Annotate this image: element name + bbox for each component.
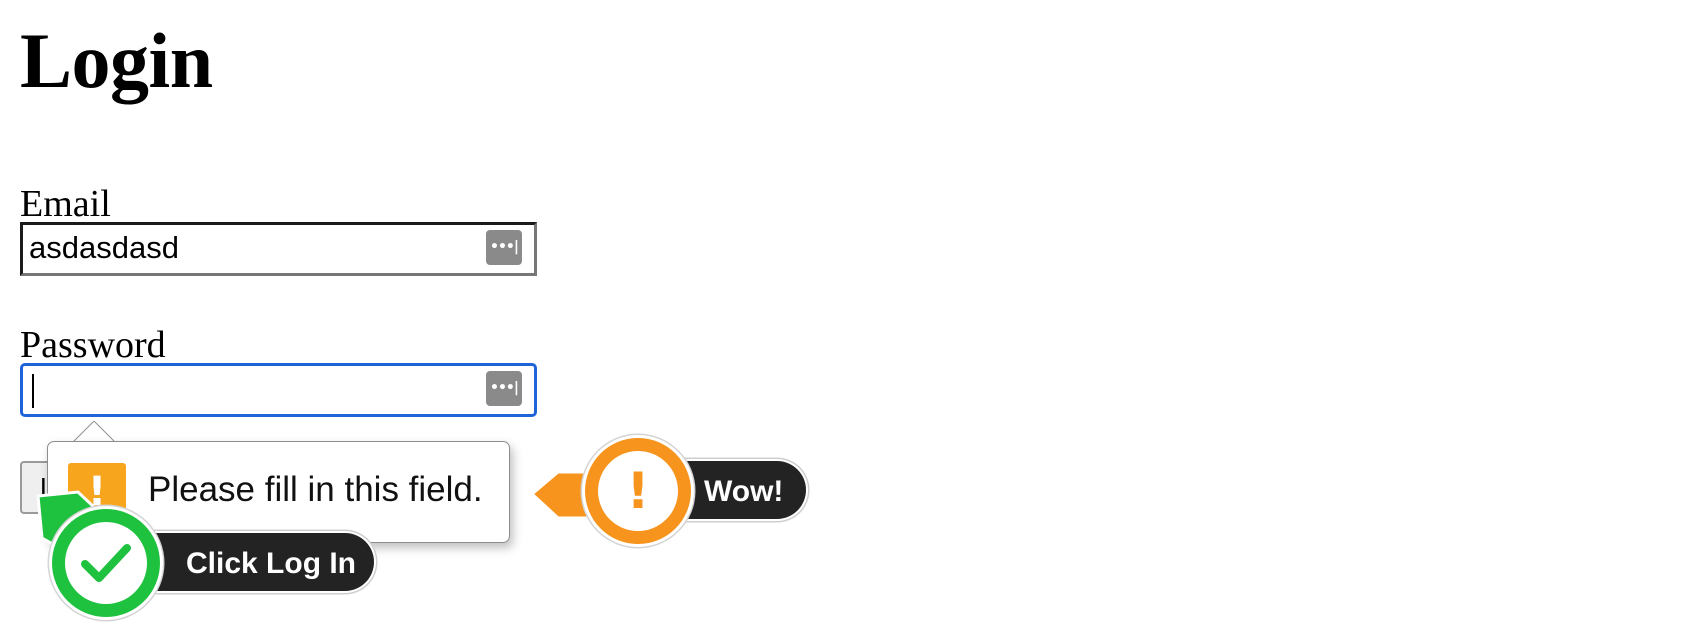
warning-callout-badge: ! [585, 438, 691, 544]
email-input[interactable] [29, 229, 469, 267]
exclamation-icon: ! [598, 451, 678, 531]
ellipsis-key-icon[interactable]: •••| [486, 230, 522, 265]
success-callout-pill: Click Log In [124, 533, 374, 591]
page-title: Login [20, 17, 213, 104]
success-callout-label: Click Log In [186, 547, 357, 580]
email-label: Email [20, 183, 111, 225]
tooltip-pointer [71, 421, 115, 443]
password-label: Password [20, 324, 166, 366]
ellipsis-key-icon[interactable]: •••| [486, 371, 522, 406]
success-callout-badge [52, 509, 160, 617]
validation-message: Please fill in this field. [148, 470, 483, 509]
password-input[interactable] [29, 370, 469, 408]
checkmark-icon [65, 522, 147, 604]
text-caret [32, 374, 34, 408]
email-field[interactable]: •••| [20, 222, 537, 276]
warning-callout-label: Wow! [704, 475, 784, 508]
password-field[interactable]: •••| [20, 363, 537, 417]
